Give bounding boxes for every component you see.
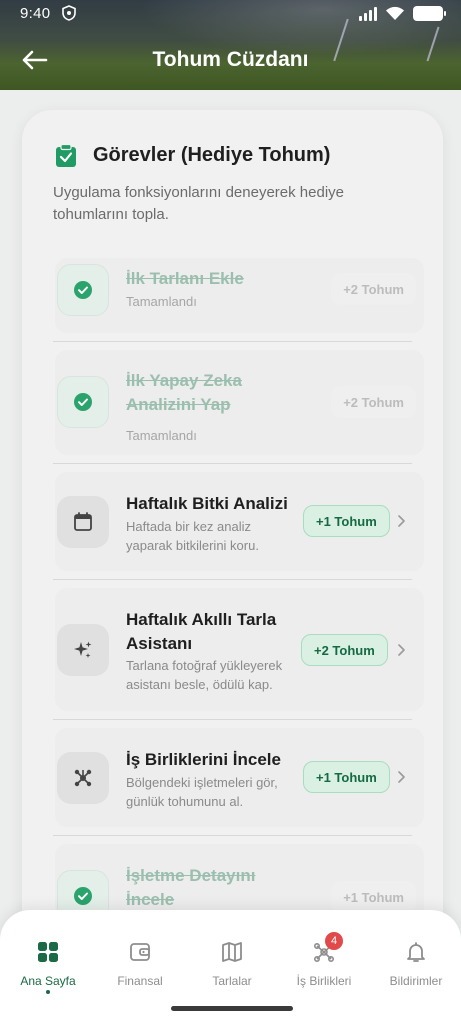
task-status (57, 376, 109, 428)
shield-icon (62, 5, 76, 21)
task-description: Bölgendeki işletmeleri gör, günlük tohum… (126, 775, 278, 809)
task-title: İlk Tarlanı Ekle (126, 269, 244, 288)
tasks-card: Görevler (Hediye Tohum) Uygulama fonksiy… (22, 110, 443, 970)
grid-icon (38, 942, 58, 962)
bottom-navigation: Ana Sayfa Finansal Tarlalar 4 İş Birlikl… (0, 910, 461, 1024)
app-header: 9:40 Tohum Cüzdanı (0, 0, 461, 90)
task-status (57, 496, 109, 548)
nav-finansal[interactable]: Finansal (94, 938, 186, 1008)
reward-badge: +2 Tohum (331, 386, 416, 418)
check-icon (74, 887, 92, 905)
battery-icon (413, 6, 446, 21)
task-status (57, 264, 109, 316)
wallet-icon (130, 943, 150, 961)
task-status (57, 752, 109, 804)
task-status (57, 624, 109, 676)
home-indicator (171, 1006, 293, 1011)
sparkle-icon (74, 641, 92, 658)
reward-badge[interactable]: +1 Tohum (303, 505, 390, 537)
nav-bildirimler[interactable]: Bildirimler (370, 938, 461, 1008)
status-bar: 9:40 (0, 0, 461, 28)
task-title: İş Birliklerini İncele (126, 750, 281, 769)
wifi-icon (386, 6, 404, 20)
card-title: Görevler (Hediye Tohum) (93, 144, 331, 166)
bell-icon (407, 942, 425, 962)
nav-label: Tarlalar (212, 974, 252, 988)
nav-label: Bildirimler (389, 974, 443, 988)
task-description: Haftada bir kez analiz yaparak bitkileri… (126, 519, 259, 553)
calendar-icon (74, 512, 92, 531)
network-icon (74, 769, 92, 787)
map-icon (222, 942, 242, 962)
nav-label: Ana Sayfa (20, 974, 76, 988)
chevron-right-icon[interactable] (396, 770, 406, 784)
signal-icon (359, 6, 377, 21)
task-description: Tamamlandı (126, 428, 197, 443)
nav-tarlalar[interactable]: Tarlalar (186, 938, 278, 1008)
reward-badge[interactable]: +2 Tohum (301, 634, 388, 666)
card-description: Uygulama fonksiyonlarını deneyerek hediy… (53, 184, 344, 223)
reward-badge: +2 Tohum (331, 273, 416, 305)
task-item[interactable]: İş Birliklerini İncele Bölgendeki işletm… (53, 720, 424, 836)
task-item: İlk Yapay Zeka Analizini Yap Tamamlandı … (53, 342, 424, 464)
task-item[interactable]: Haftalık Bitki Analizi Haftada bir kez a… (53, 464, 424, 580)
task-item[interactable]: Haftalık Akıllı Tarla Asistanı Tarlana f… (53, 580, 424, 720)
check-icon (74, 393, 92, 411)
task-title: Haftalık Akıllı Tarla Asistanı (126, 610, 277, 653)
clipboard-check-icon (56, 144, 76, 167)
nav-label: İş Birlikleri (296, 974, 352, 988)
chevron-right-icon[interactable] (396, 643, 406, 657)
nav-label: Finansal (117, 974, 163, 988)
task-description: Tarlana fotoğraf yükleyerek asistanı bes… (126, 658, 283, 692)
check-icon (74, 281, 92, 299)
chevron-right-icon[interactable] (396, 514, 406, 528)
reward-badge[interactable]: +1 Tohum (303, 761, 390, 793)
task-title: Haftalık Bitki Analizi (126, 494, 288, 513)
task-title: İşletme Detayını İncele (126, 866, 256, 909)
page-title: Tohum Cüzdanı (152, 48, 309, 71)
reward-badge: +1 Tohum (331, 881, 416, 913)
nav-is-birlikleri[interactable]: 4 İş Birlikleri (278, 932, 370, 1008)
notification-badge: 4 (325, 932, 343, 950)
active-indicator (46, 990, 50, 994)
task-item: İlk Tarlanı Ekle Tamamlandı +2 Tohum (53, 250, 424, 342)
status-time: 9:40 (20, 5, 51, 22)
task-description: Tamamlandı (126, 294, 197, 309)
task-title: İlk Yapay Zeka Analizini Yap (126, 371, 242, 414)
title-bar: Tohum Cüzdanı (0, 40, 461, 80)
nav-home[interactable]: Ana Sayfa (2, 938, 94, 1008)
